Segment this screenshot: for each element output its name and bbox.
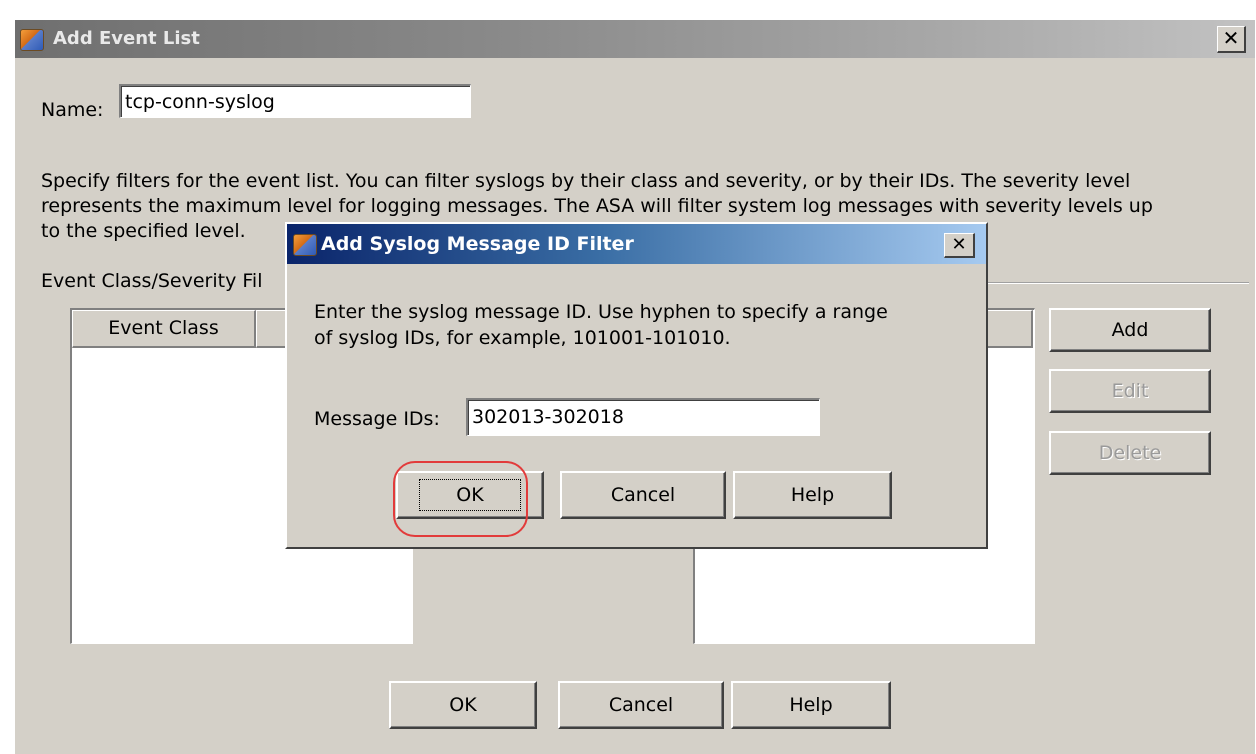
app-icon [293, 234, 317, 256]
description-line-3: to the specified level. [41, 220, 246, 242]
cancel-button[interactable]: Cancel [558, 681, 724, 729]
message-ids-field[interactable]: 302013-302018 [466, 398, 820, 436]
message-ids-label: Message IDs: [314, 408, 440, 430]
ok-button[interactable]: OK [389, 681, 537, 729]
sub-title-bar[interactable]: Add Syslog Message ID Filter ✕ [287, 224, 986, 264]
description-line-1: Specify filters for the event list. You … [41, 170, 1131, 192]
description-line-2: represents the maximum level for logging… [41, 195, 1153, 217]
help-button[interactable]: Help [731, 681, 891, 729]
sub-cancel-button[interactable]: Cancel [560, 471, 726, 519]
sub-help-button[interactable]: Help [733, 471, 892, 519]
sub-title: Add Syslog Message ID Filter [321, 233, 634, 255]
column-header-event-class[interactable]: Event Class [72, 310, 256, 348]
main-title-bar[interactable]: Add Event List ✕ [15, 20, 1255, 58]
add-button[interactable]: Add [1049, 308, 1211, 352]
edit-button[interactable]: Edit [1049, 369, 1211, 413]
name-label: Name: [41, 99, 104, 121]
delete-button[interactable]: Delete [1049, 431, 1211, 475]
name-field[interactable]: tcp-conn-syslog [119, 84, 471, 118]
app-icon [20, 29, 44, 51]
group-label: Event Class/Severity Fil [41, 270, 263, 292]
instruction-line-1: Enter the syslog message ID. Use hyphen … [314, 301, 888, 323]
instruction-line-2: of syslog IDs, for example, 101001-10101… [314, 327, 731, 349]
close-icon[interactable]: ✕ [944, 233, 975, 258]
add-syslog-message-id-filter-dialog: Add Syslog Message ID Filter ✕ Enter the… [285, 222, 988, 549]
group-divider [975, 282, 1249, 284]
highlight-oval [393, 461, 528, 537]
main-title: Add Event List [53, 28, 200, 49]
close-icon[interactable]: ✕ [1217, 26, 1246, 53]
